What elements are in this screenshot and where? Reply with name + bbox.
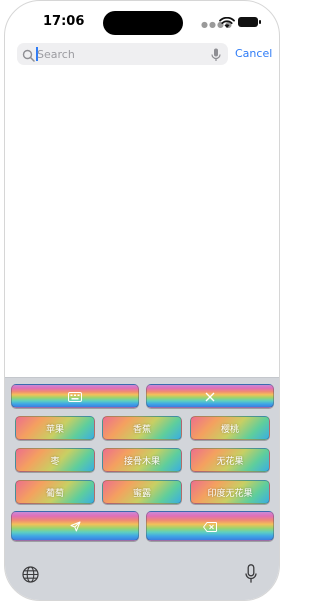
search-bar: Cancel [17, 43, 273, 65]
word-key-indian-fig[interactable]: 印度无花果 [190, 480, 270, 504]
keyboard-toggle-button[interactable] [11, 384, 139, 408]
globe-icon[interactable] [22, 566, 39, 587]
dynamic-island [103, 11, 183, 35]
paper-plane-icon [70, 517, 81, 536]
word-key-elderberry[interactable]: 接骨木果 [102, 448, 182, 472]
phone-screen: 17:06 ●●●● Search Cancel 苹果 香蕉 樱桃 枣 接骨木果… [4, 0, 280, 601]
backspace-button[interactable] [146, 511, 274, 541]
word-key-fig[interactable]: 无花果 [190, 448, 270, 472]
word-key-label: 无花果 [216, 456, 244, 467]
microphone-icon[interactable] [211, 47, 221, 66]
magnifier-icon [22, 47, 35, 66]
search-field[interactable] [17, 43, 228, 65]
battery-icon [238, 17, 261, 27]
status-time: 17:06 [43, 14, 85, 29]
send-button[interactable] [11, 511, 139, 541]
word-key-label: 蜜露 [132, 488, 151, 499]
word-key-banana[interactable]: 香蕉 [102, 416, 182, 440]
word-key-label: 樱桃 [220, 424, 239, 435]
word-key-label: 葡萄 [45, 488, 64, 499]
backspace-icon [203, 517, 217, 536]
keyboard-icon [68, 387, 82, 406]
word-key-grape[interactable]: 葡萄 [15, 480, 95, 504]
close-icon [205, 387, 215, 406]
search-input[interactable] [37, 43, 202, 65]
cancel-button[interactable]: Cancel [235, 47, 272, 60]
word-key-date[interactable]: 枣 [15, 448, 95, 472]
status-bar: 17:06 ●●●● [5, 1, 279, 41]
search-results-area [5, 71, 279, 377]
word-key-cherry[interactable]: 樱桃 [190, 416, 270, 440]
word-key-apple[interactable]: 苹果 [15, 416, 95, 440]
word-key-honeydew[interactable]: 蜜露 [102, 480, 182, 504]
custom-keyboard: 苹果 香蕉 樱桃 枣 接骨木果 无花果 葡萄 蜜露 印度无花果 [5, 377, 279, 600]
word-key-label: 印度无花果 [207, 488, 253, 499]
close-button[interactable] [146, 384, 274, 408]
wifi-icon [219, 14, 235, 33]
word-key-label: 枣 [50, 456, 60, 467]
word-key-label: 接骨木果 [123, 456, 160, 467]
word-key-label: 苹果 [45, 424, 64, 435]
word-key-label: 香蕉 [132, 424, 151, 435]
dictation-microphone-icon[interactable] [245, 564, 257, 588]
